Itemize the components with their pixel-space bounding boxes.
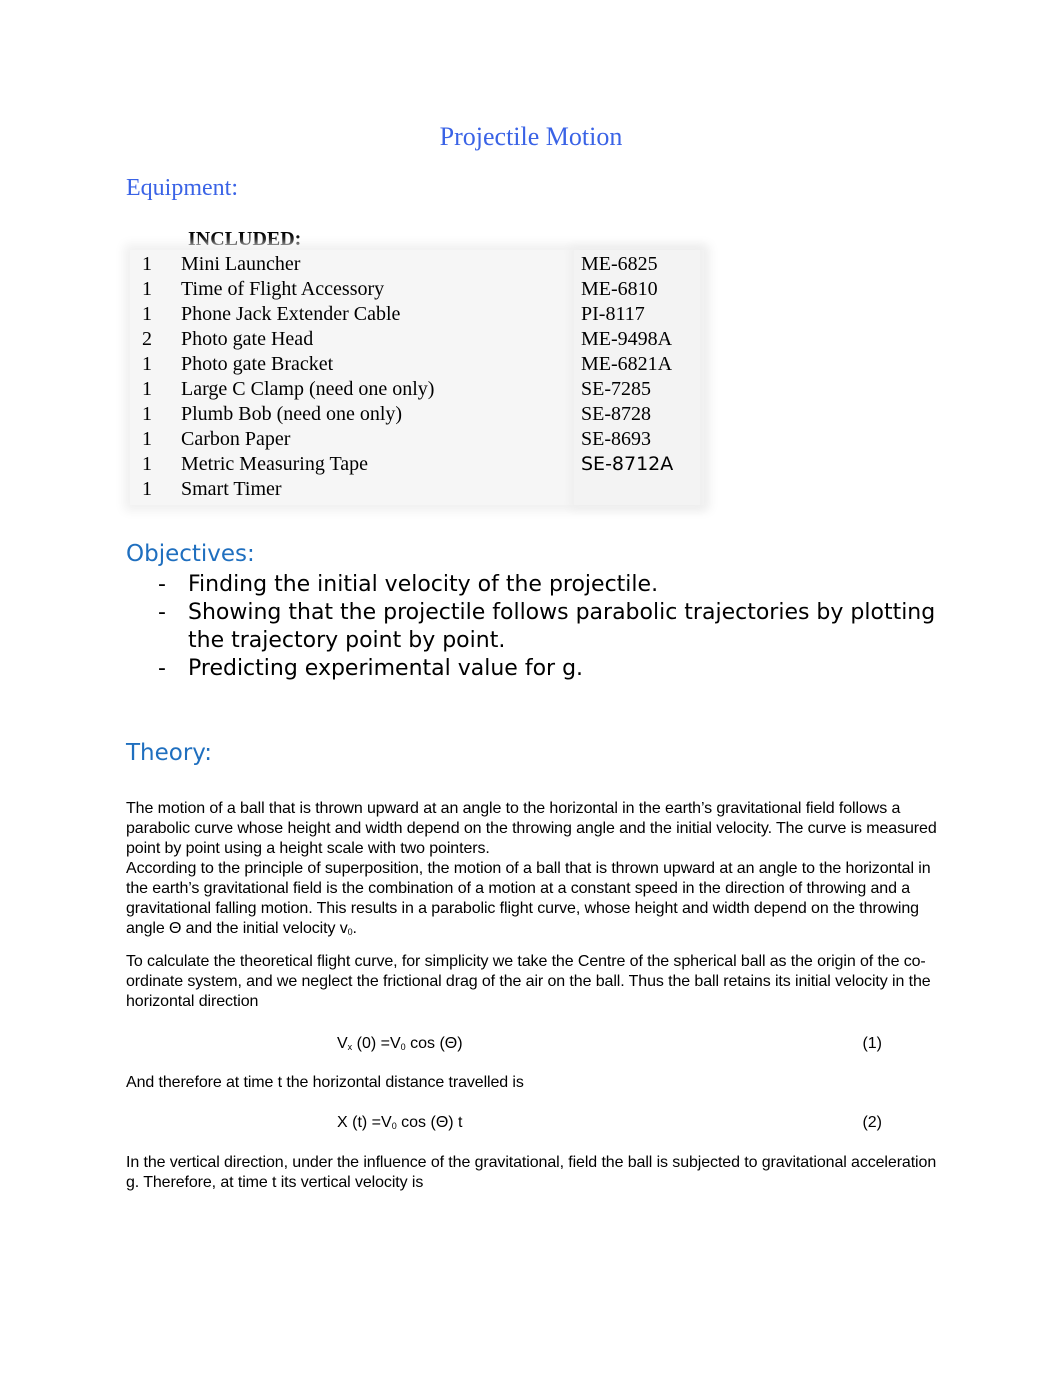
table-row: 1 Phone Jack Extender Cable PI-8117 (130, 302, 704, 327)
objectives-list: - Finding the initial velocity of the pr… (126, 571, 936, 683)
eq-part: cos (Θ) t (396, 1114, 463, 1131)
item-name: Mini Launcher (181, 253, 301, 275)
list-item: - Showing that the projectile follows pa… (126, 599, 936, 655)
table-row: 1 Smart Timer (130, 477, 704, 502)
table-row: 1 Time of Flight Accessory ME-6810 (130, 277, 704, 302)
item-name: Metric Measuring Tape (181, 453, 369, 475)
theory-heading: Theory: (126, 740, 212, 766)
item-qty: 2 (142, 328, 152, 350)
document-page: Projectile Motion Equipment: INCLUDED: 1… (0, 0, 1062, 1377)
paragraph-text: According to the principle of superposit… (126, 860, 931, 937)
table-row: 1 Plumb Bob (need one only) SE-8728 (130, 402, 704, 427)
theory-paragraph-2: According to the principle of superposit… (126, 859, 941, 942)
item-name: Time of Flight Accessory (181, 278, 385, 300)
item-name: Photo gate Bracket (181, 353, 334, 375)
item-qty: 1 (142, 453, 152, 475)
equation-1: Vx (0) =V0 cos (Θ) (1) (337, 1034, 882, 1054)
item-name: Phone Jack Extender Cable (181, 303, 401, 325)
objectives-heading: Objectives: (126, 541, 255, 567)
item-qty: 1 (142, 403, 152, 425)
eq-part: cos (Θ) (405, 1035, 463, 1052)
item-qty: 1 (142, 378, 152, 400)
equation-number: (1) (862, 1035, 882, 1052)
table-row: 1 Carbon Paper SE-8693 (130, 427, 704, 452)
eq-part: X (t) =V (337, 1114, 392, 1131)
table-row: 2 Photo gate Head ME-9498A (130, 327, 704, 352)
equipment-heading: Equipment: (126, 175, 238, 201)
item-code: ME-6810 (581, 278, 658, 300)
objective-text: Finding the initial velocity of the proj… (188, 572, 659, 597)
theory-paragraph-1: The motion of a ball that is thrown upwa… (126, 800, 937, 857)
bullet-dash: - (158, 600, 166, 625)
bullet-dash: - (158, 572, 166, 597)
table-row: 1 Mini Launcher ME-6825 (130, 252, 704, 277)
document-title: Projectile Motion (439, 122, 623, 151)
paragraph-end: . (352, 920, 357, 937)
item-code: SE-7285 (581, 378, 651, 400)
item-code: SE-8728 (581, 403, 651, 425)
item-qty: 1 (142, 253, 152, 275)
equation-2: X (t) =V0 cos (Θ) t (2) (337, 1113, 882, 1133)
item-name: Carbon Paper (181, 428, 291, 450)
objective-text: Showing that the projectile follows para… (188, 600, 936, 653)
item-code: ME-6825 (581, 253, 658, 275)
item-qty: 1 (142, 353, 152, 375)
item-code: PI-8117 (581, 303, 645, 325)
item-name: Large C Clamp (need one only) (181, 378, 435, 400)
objective-text: Predicting experimental value for g. (188, 656, 584, 681)
equipment-table: 1 Mini Launcher ME-6825 1 Time of Flight… (130, 250, 704, 505)
item-name: Smart Timer (181, 478, 282, 500)
eq-part: (0) =V (352, 1035, 401, 1052)
eq-part: V (337, 1035, 348, 1052)
item-qty: 1 (142, 428, 152, 450)
item-name: Photo gate Head (181, 328, 314, 350)
item-code: SE-8712A (581, 453, 674, 475)
included-label: INCLUDED: (188, 228, 302, 250)
list-item: - Finding the initial velocity of the pr… (126, 571, 936, 599)
equation-text: Vx (0) =V0 cos (Θ) (337, 1035, 463, 1052)
item-code: ME-9498A (581, 328, 673, 350)
item-qty: 1 (142, 478, 152, 500)
theory-paragraph-5: In the vertical direction, under the inf… (126, 1154, 937, 1191)
item-name: Plumb Bob (need one only) (181, 403, 403, 425)
item-qty: 1 (142, 278, 152, 300)
table-row: 1 Photo gate Bracket ME-6821A (130, 352, 704, 377)
item-code: ME-6821A (581, 353, 673, 375)
table-row: 1 Large C Clamp (need one only) SE-7285 (130, 377, 704, 402)
item-qty: 1 (142, 303, 152, 325)
theory-paragraph-4: And therefore at time t the horizontal d… (126, 1074, 524, 1091)
list-item: - Predicting experimental value for g. (126, 655, 936, 683)
theory-paragraph-3: To calculate the theoretical flight curv… (126, 953, 931, 1010)
item-code: SE-8693 (581, 428, 651, 450)
bullet-dash: - (158, 656, 166, 681)
equation-number: (2) (862, 1114, 882, 1131)
table-row: 1 Metric Measuring Tape SE-8712A (130, 452, 704, 477)
equation-text: X (t) =V0 cos (Θ) t (337, 1114, 462, 1131)
